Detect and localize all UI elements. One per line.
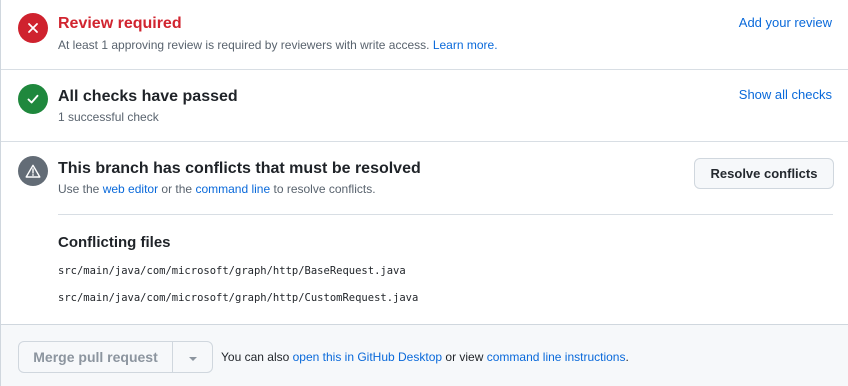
conflicts-desc-or: or the — [161, 182, 193, 196]
merge-pull-request-button[interactable]: Merge pull request — [19, 342, 172, 372]
merge-button-group: Merge pull request — [18, 341, 213, 373]
divider — [58, 214, 833, 215]
merge-note-suffix: . — [625, 350, 629, 364]
conflicting-files-heading: Conflicting files — [58, 234, 171, 251]
checks-title: All checks have passed — [58, 88, 238, 105]
review-required-description: At least 1 approving review is required … — [58, 38, 498, 52]
merge-status-panel: Review required At least 1 approving rev… — [0, 0, 848, 386]
web-editor-link[interactable]: web editor — [103, 182, 158, 196]
check-circle-icon — [18, 84, 48, 114]
add-your-review-link[interactable]: Add your review — [739, 15, 832, 30]
merge-alternatives-note: You can also open this in GitHub Desktop… — [221, 350, 629, 364]
review-description-text: At least 1 approving review is required … — [58, 38, 430, 52]
merge-section: Merge pull request You can also open thi… — [1, 324, 848, 386]
open-github-desktop-link[interactable]: open this in GitHub Desktop — [293, 350, 442, 364]
merge-note-prefix: You can also — [221, 350, 290, 364]
command-line-link[interactable]: command line — [195, 182, 270, 196]
checks-section: All checks have passed 1 successful chec… — [1, 70, 848, 142]
conflicts-section: This branch has conflicts that must be r… — [1, 142, 848, 324]
merge-options-dropdown[interactable] — [172, 342, 212, 372]
checks-description: 1 successful check — [58, 110, 159, 124]
review-required-section: Review required At least 1 approving rev… — [1, 0, 848, 70]
conflicting-file: src/main/java/com/microsoft/graph/http/C… — [58, 292, 419, 304]
resolve-conflicts-button[interactable]: Resolve conflicts — [694, 158, 834, 189]
merge-note-middle: or view — [445, 350, 484, 364]
review-required-title: Review required — [58, 15, 182, 32]
alert-icon — [18, 156, 48, 186]
conflicts-desc-suffix: to resolve conflicts. — [273, 182, 376, 196]
conflicting-file: src/main/java/com/microsoft/graph/http/B… — [58, 265, 406, 277]
conflicting-files-list: src/main/java/com/microsoft/graph/http/B… — [58, 264, 418, 318]
command-line-instructions-link[interactable]: command line instructions — [487, 350, 626, 364]
conflicts-desc-prefix: Use the — [58, 182, 100, 196]
triangle-down-icon — [188, 350, 198, 365]
conflicts-description: Use the web editor or the command line t… — [58, 182, 376, 196]
show-all-checks-link[interactable]: Show all checks — [739, 87, 832, 102]
learn-more-link[interactable]: Learn more. — [433, 38, 498, 52]
conflicts-title: This branch has conflicts that must be r… — [58, 160, 421, 177]
x-circle-icon — [18, 13, 48, 43]
